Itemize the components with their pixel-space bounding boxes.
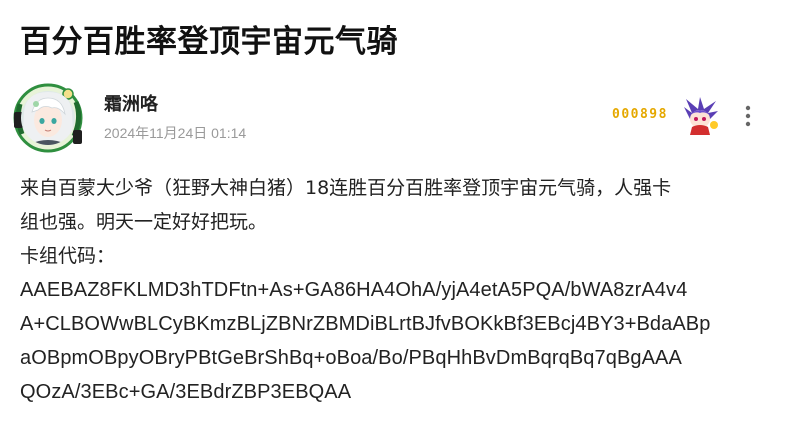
avatar-illustration [13,83,83,153]
post-text-line: 来自百蒙大少爷（狂野大神白猪）18连胜百分百胜率登顶宇宙元气骑，人强卡 [20,177,672,199]
deck-code-label: 卡组代码： [20,245,116,267]
badge-character-icon [678,97,722,135]
deck-code-line: AAEBAZ8FKLMD3hTDFtn+As+GA86HA4OhA/yjA4et… [20,279,688,301]
badge-number: 000898 [612,107,668,122]
deck-code-line: aOBpmOBpyOBryPBtGeBrShBq+oBoa/Bo/PBqHhBv… [20,347,682,369]
post-title: 百分百胜率登顶宇宙元气骑 [20,24,398,60]
post-text-line: 组也强。明天一定好好把玩。 [20,211,268,233]
post-timestamp: 2024年11月24日 01:14 [104,125,247,141]
deck-code-line: A+CLBOWwBLCyBKmzBLjZBNrZBMDiBLrtBJfvBOKk… [20,313,711,335]
more-vertical-icon[interactable] [741,103,755,129]
author-avatar[interactable] [12,82,84,154]
post-body: 来自百蒙大少爷（狂野大神白猪）18连胜百分百胜率登顶宇宙元气骑，人强卡 组也强。… [20,171,772,409]
deck-code-line: QOzA/3EBc+GA/3EBdrZBP3EBQAA [20,381,352,403]
author-name[interactable]: 霜洲咯 [104,90,158,116]
